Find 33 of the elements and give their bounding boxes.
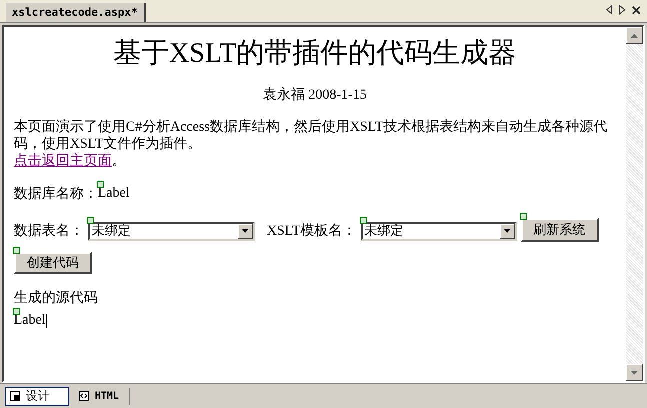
table-name-label: 数据表名： [14,222,84,240]
author-date: 袁永福 2008-1-15 [262,87,368,105]
scroll-up-button[interactable] [626,27,643,44]
control-marker-icon [97,181,104,188]
database-name-label: 数据库名称： [14,185,98,203]
control-marker-icon [520,213,527,220]
up-triangle-icon [631,34,638,38]
intro-paragraph: 本页面演示了使用C#分析Access数据库结构，然后使用XSLT技术根据表结构来自动生成各种源代码，使用XSLT文件作为插件。 [14,119,609,153]
output-label: 生成的源代码 [14,290,99,308]
close-icon[interactable] [632,6,641,15]
xslt-template-label: XSLT模板名： [267,222,357,240]
control-marker-icon [13,247,20,254]
control-marker-icon [360,216,367,224]
database-name-value: Label [98,186,130,202]
design-view-icon [10,391,20,401]
scroll-left-icon[interactable] [606,5,613,15]
code-view-icon [79,391,89,401]
refresh-button[interactable]: 刷新系统 [520,218,599,242]
scroll-down-button[interactable] [626,364,643,381]
table-select[interactable]: 未绑定 [88,222,255,240]
control-marker-icon [87,216,94,224]
page-title: 基于XSLT的带插件的代码生成器 [112,37,518,71]
home-link[interactable]: 点击返回主页面 [14,154,112,169]
xslt-select[interactable]: 未绑定 [360,222,517,240]
period-text: 。 [112,154,126,169]
scroll-right-icon[interactable] [619,5,626,15]
output-value: Label [14,313,46,329]
view-tab[interactable]: 设计 [5,386,69,406]
create-code-button[interactable]: 创建代码 [14,252,92,274]
down-triangle-icon [631,370,638,374]
document-tab[interactable]: xslcreatecode.aspx* [6,3,146,22]
control-marker-icon [13,308,20,315]
view-tab[interactable]: HTML [75,388,130,404]
